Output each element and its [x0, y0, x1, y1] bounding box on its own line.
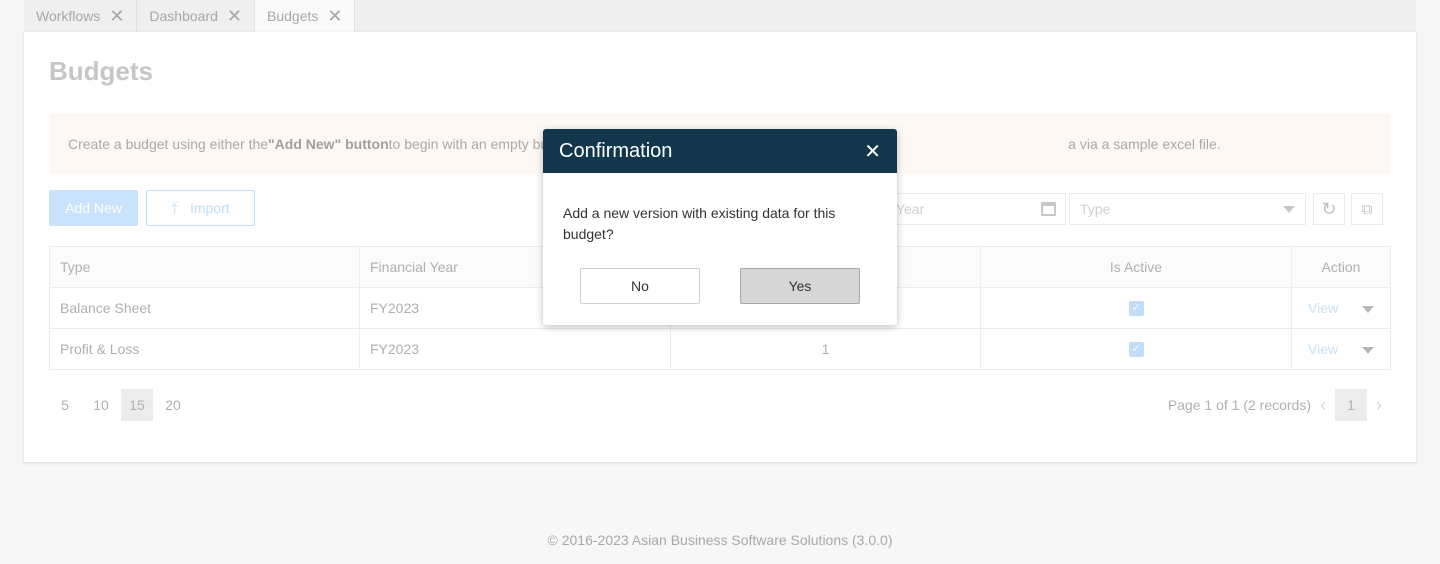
dialog-message: Add a new version with existing data for… [563, 205, 836, 242]
refresh-button[interactable]: ↻ [1313, 193, 1345, 225]
dialog-header: Confirmation ✕ [543, 129, 897, 173]
add-new-button[interactable]: Add New [49, 190, 138, 226]
page-size-option-selected[interactable]: 15 [121, 389, 153, 421]
page-size-option[interactable]: 20 [157, 389, 189, 421]
page-title: Budgets [49, 56, 153, 86]
type-placeholder: Type [1080, 201, 1111, 217]
page-number[interactable]: 1 [1335, 389, 1367, 421]
info-text-prefix: Create a budget using either the [68, 135, 269, 152]
dialog-title: Confirmation [559, 139, 673, 162]
column-header-type[interactable]: Type [49, 246, 360, 288]
type-select[interactable]: Type [1069, 193, 1306, 225]
columns-icon: ⧉ [1361, 200, 1373, 218]
pager: Page 1 of 1 (2 records) ‹ 1 › [1168, 389, 1391, 421]
cell-financial-year: FY2023 [359, 328, 671, 370]
chevron-left-icon[interactable]: ‹ [1311, 395, 1335, 416]
close-icon[interactable]: ✕ [327, 7, 342, 25]
column-header-is-active[interactable]: Is Active [980, 246, 1292, 288]
cell-type: Profit & Loss [49, 328, 360, 370]
columns-button[interactable]: ⧉ [1351, 193, 1383, 225]
yes-button[interactable]: Yes [740, 268, 860, 304]
page-size-option[interactable]: 10 [85, 389, 117, 421]
tab-label: Dashboard [149, 8, 218, 24]
close-icon[interactable]: ✕ [227, 7, 242, 25]
page-size-option[interactable]: 5 [49, 389, 81, 421]
no-button[interactable]: No [580, 268, 700, 304]
tab-label: Workflows [36, 8, 101, 24]
info-text-mid: to begin with an empty bu [388, 135, 549, 152]
refresh-icon: ↻ [1321, 198, 1337, 219]
info-text-bold: "Add New" button [268, 135, 389, 152]
import-label: Import [189, 200, 230, 216]
view-link[interactable]: View [1308, 300, 1338, 316]
calendar-icon[interactable] [1041, 202, 1056, 216]
upload-icon: ⤒ [171, 199, 178, 217]
footer-copyright: © 2016-2023 Asian Business Software Solu… [547, 532, 893, 548]
view-link[interactable]: View [1308, 341, 1338, 357]
chevron-down-icon [1283, 206, 1295, 213]
active-checkbox[interactable]: ✓ [1128, 301, 1144, 317]
cell-type: Balance Sheet [49, 287, 360, 329]
close-icon[interactable]: ✕ [864, 139, 881, 164]
confirmation-dialog: Confirmation ✕ Add a new version with ex… [543, 129, 897, 325]
info-text-suffix: a via a sample excel file. [1068, 135, 1221, 152]
chevron-down-icon[interactable] [1361, 346, 1374, 354]
tab-budgets[interactable]: Budgets ✕ [255, 0, 356, 32]
chevron-right-icon[interactable]: › [1367, 395, 1391, 416]
financial-year-input[interactable]: Year [880, 193, 1066, 225]
tab-label: Budgets [267, 8, 319, 24]
tab-workflows[interactable]: Workflows ✕ [24, 0, 138, 32]
table-row: Profit & Loss FY2023 1 ✓ View [49, 328, 1391, 370]
tab-dashboard[interactable]: Dashboard ✕ [137, 0, 255, 32]
tab-bar: Workflows ✕ Dashboard ✕ Budgets ✕ [24, 0, 1416, 32]
rows-per-page: 5 10 15 20 [49, 389, 193, 421]
financial-year-placeholder: Year [896, 201, 925, 217]
column-header-action: Action [1291, 246, 1391, 288]
page-summary: Page 1 of 1 (2 records) [1167, 397, 1311, 413]
import-button[interactable]: ⤒ Import [146, 190, 255, 226]
chevron-down-icon[interactable] [1361, 305, 1374, 313]
close-icon[interactable]: ✕ [109, 7, 124, 25]
cell-version: 1 [670, 328, 981, 370]
active-checkbox[interactable]: ✓ [1128, 342, 1144, 358]
